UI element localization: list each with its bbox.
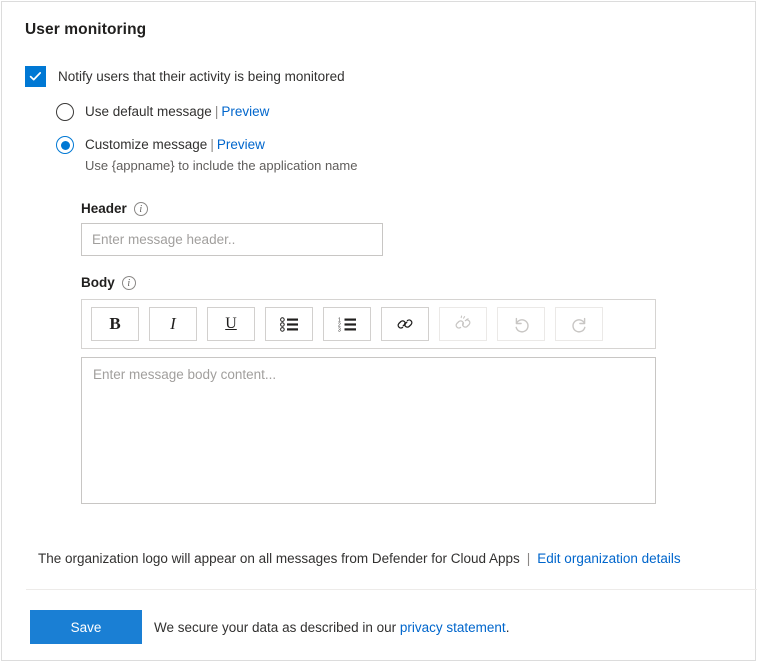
separator-pipe: | [215,104,219,119]
footer-divider [26,589,757,590]
undo-button[interactable] [497,307,545,341]
edit-organization-details-link[interactable]: Edit organization details [537,551,680,566]
privacy-statement-link[interactable]: privacy statement [400,620,506,635]
radio-default-texts: Use default message|Preview [85,102,269,121]
unlink-icon [453,314,473,334]
header-field-label: Header i [81,201,148,216]
radio-use-default-message[interactable]: Use default message|Preview [56,102,269,121]
appname-hint: Use {appname} to include the application… [85,156,357,175]
redo-button[interactable] [555,307,603,341]
insert-link-button[interactable] [381,307,429,341]
preview-link-default[interactable]: Preview [221,104,269,119]
info-icon[interactable]: i [134,202,148,216]
bold-button[interactable]: B [91,307,139,341]
body-label-text: Body [81,275,115,290]
undo-icon [512,315,531,334]
radio-default-label: Use default message [85,104,212,119]
numbered-list-button[interactable]: 1 2 3 [323,307,371,341]
save-button[interactable]: Save [30,610,142,644]
notify-users-label: Notify users that their activity is bein… [58,69,345,84]
link-icon [395,314,415,334]
privacy-suffix: . [506,620,510,635]
user-monitoring-card: User monitoring Notify users that their … [1,1,756,661]
remove-link-button[interactable] [439,307,487,341]
header-label-text: Header [81,201,127,216]
bulleted-list-button[interactable] [265,307,313,341]
radio-selected-icon[interactable] [56,136,74,154]
radio-custom-label: Customize message [85,137,207,152]
checkbox-checked-icon[interactable] [25,66,46,87]
bulleted-list-icon [280,317,299,332]
italic-button[interactable]: I [149,307,197,341]
body-textarea[interactable] [81,357,656,504]
body-field-label: Body i [81,275,136,290]
svg-text:3: 3 [338,327,341,332]
header-input[interactable] [81,223,383,256]
separator-pipe: | [210,137,214,152]
radio-customize-message[interactable]: Customize message|Preview Use {appname} … [56,135,357,175]
notify-users-checkbox-row[interactable]: Notify users that their activity is bein… [25,66,345,87]
info-icon[interactable]: i [122,276,136,290]
organization-logo-note: The organization logo will appear on all… [38,551,681,566]
italic-icon: I [170,314,176,334]
preview-link-custom[interactable]: Preview [217,137,265,152]
radio-default-line: Use default message|Preview [85,104,269,119]
privacy-note: We secure your data as described in our … [154,620,509,635]
radio-unselected-icon[interactable] [56,103,74,121]
radio-custom-texts: Customize message|Preview Use {appname} … [85,135,357,175]
radio-custom-line: Customize message|Preview [85,137,265,152]
privacy-prefix: We secure your data as described in our [154,620,400,635]
organization-logo-text: The organization logo will appear on all… [38,551,520,566]
underline-button[interactable]: U [207,307,255,341]
bold-icon: B [109,314,120,334]
underline-icon: U [225,315,237,333]
page-title: User monitoring [25,21,146,39]
rich-text-toolbar: B I U 1 2 3 [81,299,656,349]
redo-icon [570,315,589,334]
numbered-list-icon: 1 2 3 [338,317,357,332]
separator-pipe: | [527,551,531,566]
